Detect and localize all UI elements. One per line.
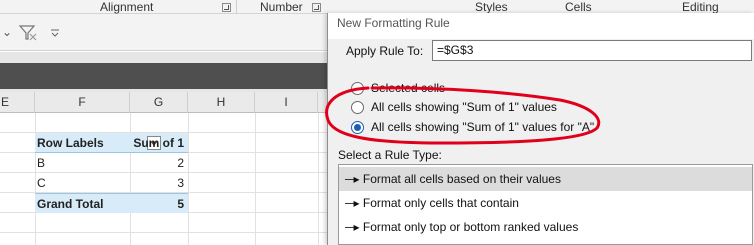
rule-type-label: Format only top or bottom ranked values bbox=[362, 220, 579, 234]
rule-type-item[interactable]: ─▸ Format only top or bottom ranked valu… bbox=[339, 215, 752, 239]
column-header-e[interactable]: E bbox=[0, 92, 35, 113]
rule-type-label: Format only cells that contain bbox=[362, 196, 519, 210]
grid-col-line bbox=[255, 113, 256, 245]
rule-arrow-icon: ─▸ bbox=[345, 172, 360, 186]
pivot-grand-total-label[interactable]: Grand Total bbox=[37, 194, 103, 214]
pivot-grand-total-value[interactable]: 5 bbox=[177, 194, 184, 214]
radio-button-checked[interactable] bbox=[351, 121, 364, 134]
rule-arrow-icon: ─▸ bbox=[345, 220, 360, 234]
column-header-f[interactable]: F bbox=[35, 92, 130, 113]
overflow-chevron-icon[interactable] bbox=[50, 28, 60, 38]
pivot-row-label[interactable]: B bbox=[37, 153, 45, 173]
pivot-row-label[interactable]: C bbox=[37, 173, 46, 193]
pivot-value-header[interactable]: Sum of 1 bbox=[133, 133, 184, 153]
pivot-row: C 3 bbox=[35, 173, 188, 193]
rule-type-label: Format all cells based on their values bbox=[362, 172, 561, 186]
pivot-row-value[interactable]: 3 bbox=[177, 173, 184, 193]
radio-button[interactable] bbox=[351, 101, 364, 114]
ribbon-group-number: Number bbox=[260, 0, 303, 14]
apply-rule-to-input[interactable]: =$G$3 bbox=[432, 40, 752, 61]
dialog-title: New Formatting Rule bbox=[328, 13, 754, 39]
ribbon-group-cells: Cells bbox=[565, 0, 592, 14]
column-header-g[interactable]: G bbox=[130, 92, 188, 113]
radio-label: All cells showing "Sum of 1" values bbox=[371, 100, 557, 114]
rule-type-list[interactable]: ─▸ Format all cells based on their value… bbox=[338, 164, 753, 245]
clear-filter-icon[interactable] bbox=[18, 24, 38, 42]
number-dialog-launcher-icon[interactable] bbox=[312, 3, 321, 12]
new-formatting-rule-dialog: New Formatting Rule Apply Rule To: =$G$3… bbox=[327, 13, 754, 245]
ribbon-group-editing: Editing bbox=[682, 0, 719, 14]
rule-type-item[interactable]: ─▸ Format only cells that contain bbox=[339, 191, 752, 215]
grid-col-line bbox=[188, 113, 189, 245]
chevron-down-icon[interactable]: ⌄ bbox=[2, 25, 12, 39]
column-header-h[interactable]: H bbox=[188, 92, 255, 113]
ribbon-group-separator bbox=[236, 0, 237, 14]
radio-label: All cells showing "Sum of 1" values for … bbox=[371, 120, 595, 134]
radio-button[interactable] bbox=[351, 82, 364, 95]
radio-label: Selected cells bbox=[371, 81, 446, 95]
pivot-row-labels-header[interactable]: Row Labels bbox=[37, 133, 104, 153]
rule-arrow-icon: ─▸ bbox=[345, 196, 360, 210]
pivot-row-value[interactable]: 2 bbox=[177, 153, 184, 173]
ribbon-group-styles: Styles bbox=[475, 0, 508, 14]
alignment-dialog-launcher-icon[interactable] bbox=[222, 3, 231, 12]
ribbon-group-bar: Alignment Number Styles Cells Editing bbox=[0, 0, 754, 14]
rule-type-item[interactable]: ─▸ Format all cells based on their value… bbox=[339, 167, 752, 191]
select-rule-type-label: Select a Rule Type: bbox=[338, 148, 442, 162]
pivot-grand-total-row: Grand Total 5 bbox=[35, 193, 188, 213]
grid-col-line bbox=[318, 113, 319, 245]
pivot-header-row: Row Labels Sum of 1 bbox=[35, 133, 188, 153]
apply-rule-to-label: Apply Rule To: bbox=[346, 44, 424, 58]
column-header-i[interactable]: I bbox=[255, 92, 318, 113]
pivot-row: B 2 bbox=[35, 153, 188, 173]
ribbon-group-alignment: Alignment bbox=[100, 0, 154, 14]
